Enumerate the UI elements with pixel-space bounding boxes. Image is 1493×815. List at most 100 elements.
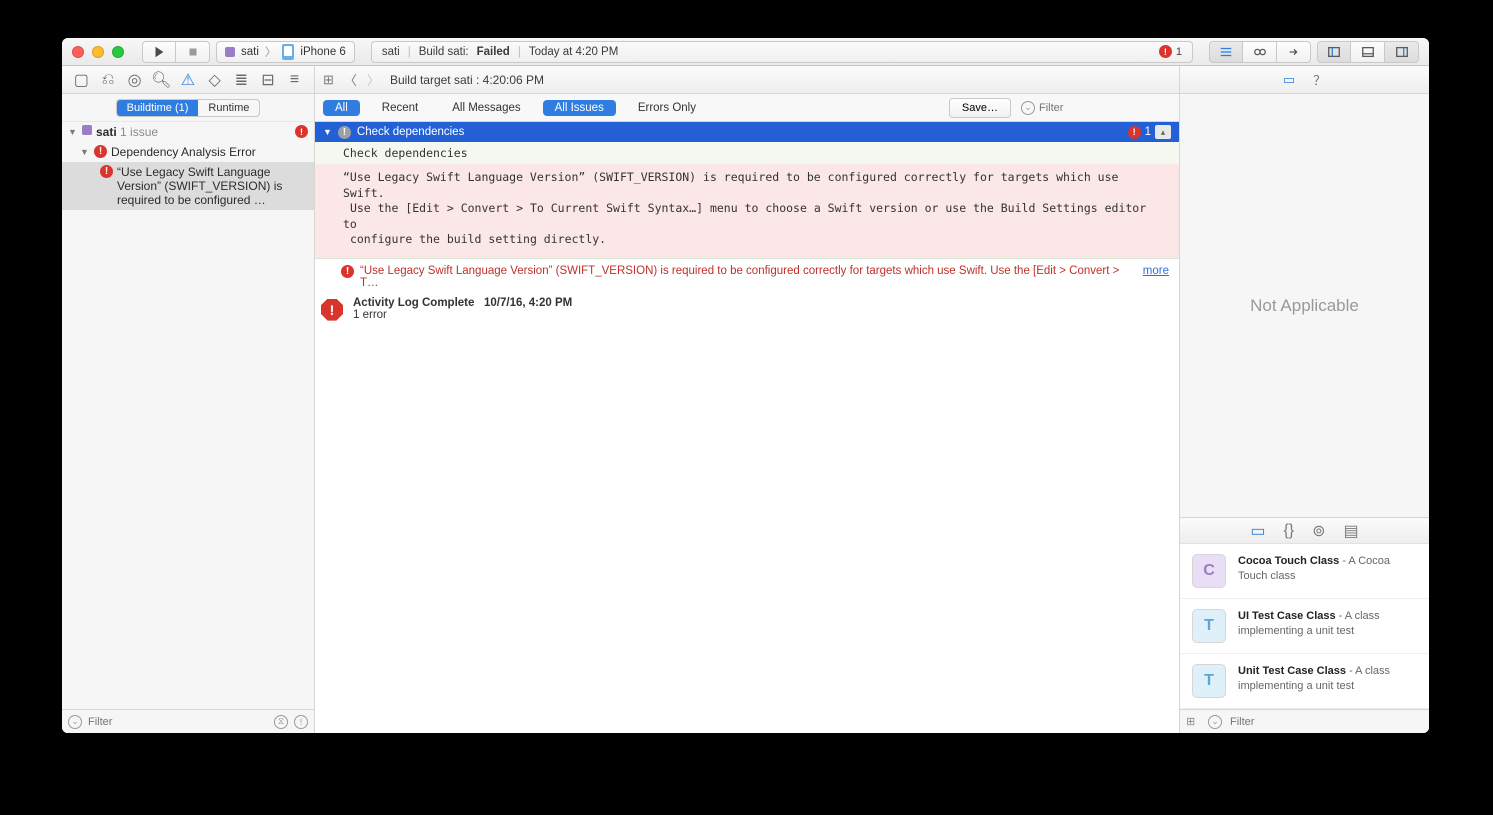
save-button[interactable]: Save… xyxy=(949,98,1011,118)
disclosure-triangle-icon[interactable]: ▼ xyxy=(323,127,332,137)
more-link[interactable]: more xyxy=(1143,265,1169,277)
debug-navigator-icon[interactable]: ≣ xyxy=(232,71,250,89)
buildtime-segment[interactable]: Buildtime (1) xyxy=(117,100,199,116)
issue-section-count: 1 xyxy=(1145,126,1151,138)
issue-section-header[interactable]: ▼ ! Check dependencies ! 1 ▴ xyxy=(315,122,1179,142)
template-icon: C xyxy=(1192,554,1226,588)
close-window-button[interactable] xyxy=(72,46,84,58)
issue-navigator-icon[interactable]: ⚠︎ xyxy=(179,71,197,89)
toggle-debug-area-button[interactable] xyxy=(1351,41,1385,63)
library-item-text: Unit Test Case Class - A class implement… xyxy=(1238,664,1417,698)
error-icon: ! xyxy=(341,265,354,278)
activity-viewer[interactable]: sati | Build sati: Failed | Today at 4:2… xyxy=(371,41,1193,63)
symbol-navigator-icon[interactable]: ◎ xyxy=(126,71,144,89)
activity-error-count: 1 xyxy=(1176,46,1182,58)
object-library-icon[interactable]: ⊚ xyxy=(1312,521,1325,541)
scheme-name: sati xyxy=(241,46,259,58)
warning-icon: ! xyxy=(338,126,351,139)
grid-view-icon[interactable]: ⊞ xyxy=(1186,715,1200,729)
library-item[interactable]: CCocoa Touch Class - A Cocoa Touch class xyxy=(1180,544,1429,599)
filter-scope-icon[interactable]: ⌄ xyxy=(68,715,82,729)
navigator-filter-bar: ⌄ ⧖ ! xyxy=(62,709,314,733)
disclosure-triangle-icon[interactable]: ▼ xyxy=(80,147,90,157)
log-sub: 1 error xyxy=(353,309,387,321)
source-control-navigator-icon[interactable]: ⎌ xyxy=(99,71,117,89)
toggle-utilities-button[interactable] xyxy=(1385,41,1419,63)
library-filter-input[interactable] xyxy=(1230,716,1423,728)
scheme-selector[interactable]: sati 〉 iPhone 6 xyxy=(216,41,355,63)
tree-issue[interactable]: ! “Use Legacy Swift Language Version” (S… xyxy=(62,162,314,210)
forward-button[interactable]: 〉 xyxy=(367,70,380,89)
log-time: 10/7/16, 4:20 PM xyxy=(484,297,572,309)
run-stop-group xyxy=(142,41,210,63)
filter-all-messages[interactable]: All Messages xyxy=(440,100,532,116)
navigator-filter-input[interactable] xyxy=(88,716,268,728)
inline-error-text: “Use Legacy Swift Language Version” (SWI… xyxy=(360,265,1133,289)
activity-task: Build sati: xyxy=(419,46,469,58)
filter-scope-icon[interactable]: ⌄ xyxy=(1021,101,1035,115)
filter-scope-icon[interactable]: ⌄ xyxy=(1208,715,1222,729)
file-template-library-icon[interactable]: ▭ xyxy=(1250,521,1265,541)
project-icon xyxy=(82,125,92,135)
filter-all-issues[interactable]: All Issues xyxy=(543,100,616,116)
log-title: Activity Log Complete xyxy=(353,297,474,309)
toolbar-right xyxy=(1209,41,1419,63)
filter-recent[interactable]: Recent xyxy=(370,100,430,116)
tree-group[interactable]: ▼ ! Dependency Analysis Error xyxy=(62,142,314,162)
breakpoint-navigator-icon[interactable]: ⊟ xyxy=(259,71,277,89)
code-snippet-library-icon[interactable]: {} xyxy=(1283,522,1294,540)
library-item[interactable]: T UI Test Case Class - A class implementi… xyxy=(1180,599,1429,654)
related-items-icon[interactable]: ⊞ xyxy=(323,72,334,88)
transcript-output: “Use Legacy Swift Language Version” (SWI… xyxy=(315,164,1179,258)
issue-filter-input[interactable] xyxy=(1039,102,1139,114)
issue-section-title: Check dependencies xyxy=(357,126,464,138)
disclosure-triangle-icon[interactable]: ▼ xyxy=(68,127,78,137)
error-filter-icon[interactable]: ! xyxy=(294,715,308,729)
inline-error-row[interactable]: ! “Use Legacy Swift Language Version” (S… xyxy=(315,259,1179,295)
transcript-step: Check dependencies xyxy=(315,142,1179,164)
standard-editor-button[interactable] xyxy=(1209,41,1243,63)
editor-pane: ⊞ 〈 〉 Build target sati : 4:20:06 PM All… xyxy=(315,66,1179,733)
jump-path[interactable]: Build target sati : 4:20:06 PM xyxy=(390,73,544,87)
zoom-window-button[interactable] xyxy=(112,46,124,58)
error-icon: ! xyxy=(1128,126,1141,139)
transcript-code: Check dependencies “Use Legacy Swift Lan… xyxy=(315,142,1179,259)
collapse-toggle-icon[interactable]: ▴ xyxy=(1155,125,1171,139)
project-navigator-icon[interactable]: ▢ xyxy=(72,71,90,89)
filter-errors-only[interactable]: Errors Only xyxy=(626,100,708,116)
template-icon: T xyxy=(1192,609,1226,643)
test-navigator-icon[interactable]: ◇ xyxy=(206,71,224,89)
activity-error-badge[interactable]: ! 1 xyxy=(1159,45,1182,58)
media-library-icon[interactable]: ▤ xyxy=(1344,521,1359,541)
quick-help-icon[interactable]: ？ xyxy=(1313,70,1326,89)
error-badge-icon: ! xyxy=(295,125,308,138)
window-controls xyxy=(72,46,124,58)
minimize-window-button[interactable] xyxy=(92,46,104,58)
device-icon xyxy=(282,44,294,60)
inspector-content: Not Applicable xyxy=(1180,94,1429,517)
library-item-text: UI Test Case Class - A class implementin… xyxy=(1238,609,1417,643)
library-item[interactable]: TUnit Test Case Class - A class implemen… xyxy=(1180,654,1429,709)
issue-filter-bar: All Recent All Messages All Issues Error… xyxy=(315,94,1179,122)
find-navigator-icon[interactable]: 🔍︎ xyxy=(152,71,170,89)
filter-all[interactable]: All xyxy=(323,100,360,116)
root-name: sati xyxy=(96,125,117,139)
error-icon: ! xyxy=(94,145,107,158)
back-button[interactable]: 〈 xyxy=(344,70,357,89)
tree-root[interactable]: ▼ sati 1 issue ! xyxy=(62,122,314,142)
toggle-navigator-button[interactable] xyxy=(1317,41,1351,63)
run-button[interactable] xyxy=(142,41,176,63)
assistant-editor-button[interactable] xyxy=(1243,41,1277,63)
stop-button[interactable] xyxy=(176,41,210,63)
version-editor-button[interactable] xyxy=(1277,41,1311,63)
scheme-icon xyxy=(225,47,235,57)
report-navigator-icon[interactable]: ≡ xyxy=(286,71,304,89)
clock-filter-icon[interactable]: ⧖ xyxy=(274,715,288,729)
jump-bar[interactable]: ⊞ 〈 〉 Build target sati : 4:20:06 PM xyxy=(315,66,1179,94)
octagon-error-icon: ! xyxy=(321,299,343,321)
issue-scope-segmented[interactable]: Buildtime (1) Runtime xyxy=(116,99,261,117)
navigator-pane: ▢ ⎌ ◎ 🔍︎ ⚠︎ ◇ ≣ ⊟ ≡ Buildtime (1) Runtim… xyxy=(62,66,315,733)
runtime-segment[interactable]: Runtime xyxy=(198,100,259,116)
file-inspector-icon[interactable]: ▭ xyxy=(1283,72,1295,88)
library-list: CCocoa Touch Class - A Cocoa Touch class… xyxy=(1180,543,1429,709)
